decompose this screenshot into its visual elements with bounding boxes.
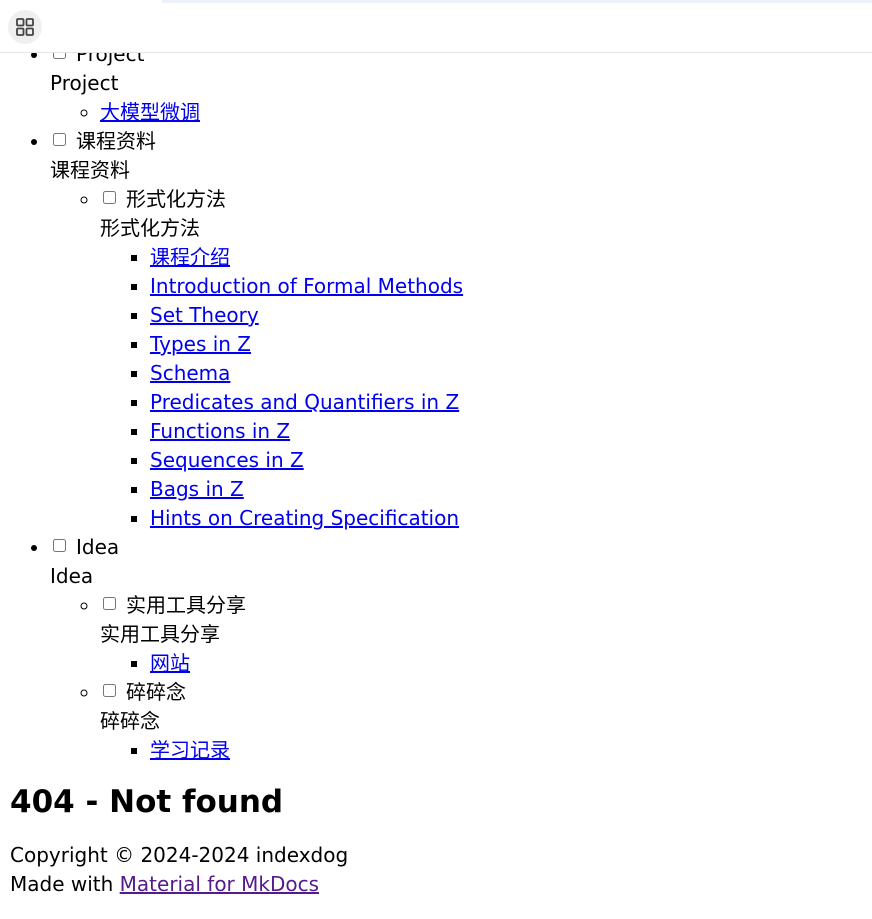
nav-link-set-theory[interactable]: Set Theory xyxy=(150,303,259,327)
nav-toggle-label-idea[interactable]: Idea xyxy=(76,535,119,559)
list-item: Predicates and Quantifiers in Z xyxy=(150,388,872,417)
list-item: 学习记录 xyxy=(150,736,872,765)
list-item: Set Theory xyxy=(150,301,872,330)
nav-toggle-label-course[interactable]: 课程资料 xyxy=(76,129,156,153)
nav-list-project: 大模型微调 xyxy=(50,98,872,127)
list-item: Bags in Z xyxy=(150,475,872,504)
nav-link-hints-specification[interactable]: Hints on Creating Specification xyxy=(150,506,459,530)
top-bar-tint xyxy=(162,0,872,3)
list-item: 大模型微调 xyxy=(100,98,872,127)
nav-section-tools: 实用工具分享 实用工具分享 网站 xyxy=(100,591,872,678)
nav-toggle-notes[interactable] xyxy=(103,684,116,697)
nav-toggle-idea[interactable] xyxy=(53,539,66,552)
nav-link-bags-in-z[interactable]: Bags in Z xyxy=(150,477,244,501)
site-navigation: Project Project 大模型微调 课程资料 课程资料 形式化方法 形式… xyxy=(10,40,872,765)
nav-title-tools: 实用工具分享 xyxy=(100,622,220,646)
nav-link-predicates-quantifiers[interactable]: Predicates and Quantifiers in Z xyxy=(150,390,459,414)
list-item: 网站 xyxy=(150,649,872,678)
nav-title-formal-methods: 形式化方法 xyxy=(100,216,200,240)
made-with-prefix: Made with xyxy=(10,872,120,896)
grid-apps-icon xyxy=(16,18,34,36)
nav-link-intro-formal-methods[interactable]: Introduction of Formal Methods xyxy=(150,274,463,298)
list-item: Types in Z xyxy=(150,330,872,359)
nav-link-sequences-in-z[interactable]: Sequences in Z xyxy=(150,448,304,472)
nav-section-formal-methods: 形式化方法 形式化方法 课程介绍 Introduction of Formal … xyxy=(100,185,872,533)
nav-toggle-formal-methods[interactable] xyxy=(103,191,116,204)
nav-list-formal-methods: 课程介绍 Introduction of Formal Methods Set … xyxy=(100,243,872,533)
nav-list-tools: 网站 xyxy=(100,649,872,678)
nav-section-idea: Idea Idea 实用工具分享 实用工具分享 网站 碎碎念 碎碎念 xyxy=(50,533,872,765)
apps-button[interactable] xyxy=(8,10,42,44)
nav-link-websites[interactable]: 网站 xyxy=(150,651,190,675)
nav-title-course: 课程资料 xyxy=(50,158,130,182)
nav-list-course: 形式化方法 形式化方法 课程介绍 Introduction of Formal … xyxy=(50,185,872,533)
nav-link-schema[interactable]: Schema xyxy=(150,361,230,385)
nav-section-project: Project Project 大模型微调 xyxy=(50,40,872,127)
copyright-text: Copyright © 2024-2024 indexdog xyxy=(10,843,349,867)
list-item: Sequences in Z xyxy=(150,446,872,475)
nav-section-course: 课程资料 课程资料 形式化方法 形式化方法 课程介绍 Introduction … xyxy=(50,127,872,533)
nav-section-notes: 碎碎念 碎碎念 学习记录 xyxy=(100,678,872,765)
nav-root-list: Project Project 大模型微调 课程资料 课程资料 形式化方法 形式… xyxy=(10,40,872,765)
footer: Copyright © 2024-2024 indexdog Made with… xyxy=(10,841,872,899)
top-bar xyxy=(0,0,872,53)
page-title: 404 - Not found xyxy=(10,784,284,820)
nav-link-functions-in-z[interactable]: Functions in Z xyxy=(150,419,290,443)
list-item: Schema xyxy=(150,359,872,388)
nav-title-notes: 碎碎念 xyxy=(100,709,160,733)
nav-link-study-log[interactable]: 学习记录 xyxy=(150,738,230,762)
nav-toggle-tools[interactable] xyxy=(103,597,116,610)
nav-toggle-label-formal-methods[interactable]: 形式化方法 xyxy=(126,187,226,211)
nav-link-course-intro[interactable]: 课程介绍 xyxy=(150,245,230,269)
nav-list-notes: 学习记录 xyxy=(100,736,872,765)
nav-title-project: Project xyxy=(50,71,119,95)
nav-link-types-in-z[interactable]: Types in Z xyxy=(150,332,251,356)
nav-toggle-course[interactable] xyxy=(53,133,66,146)
list-item: 课程介绍 xyxy=(150,243,872,272)
nav-title-idea: Idea xyxy=(50,564,94,588)
list-item: Hints on Creating Specification xyxy=(150,504,872,533)
made-with-line: Made with Material for MkDocs xyxy=(10,870,872,899)
page-content: Project Project 大模型微调 课程资料 课程资料 形式化方法 形式… xyxy=(0,40,872,899)
list-item: Functions in Z xyxy=(150,417,872,446)
material-mkdocs-link[interactable]: Material for MkDocs xyxy=(120,872,319,896)
nav-toggle-label-tools[interactable]: 实用工具分享 xyxy=(126,593,246,617)
nav-link-llm-finetune[interactable]: 大模型微调 xyxy=(100,100,200,124)
nav-list-idea: 实用工具分享 实用工具分享 网站 碎碎念 碎碎念 学习记录 xyxy=(50,591,872,765)
nav-toggle-label-notes[interactable]: 碎碎念 xyxy=(126,680,186,704)
list-item: Introduction of Formal Methods xyxy=(150,272,872,301)
